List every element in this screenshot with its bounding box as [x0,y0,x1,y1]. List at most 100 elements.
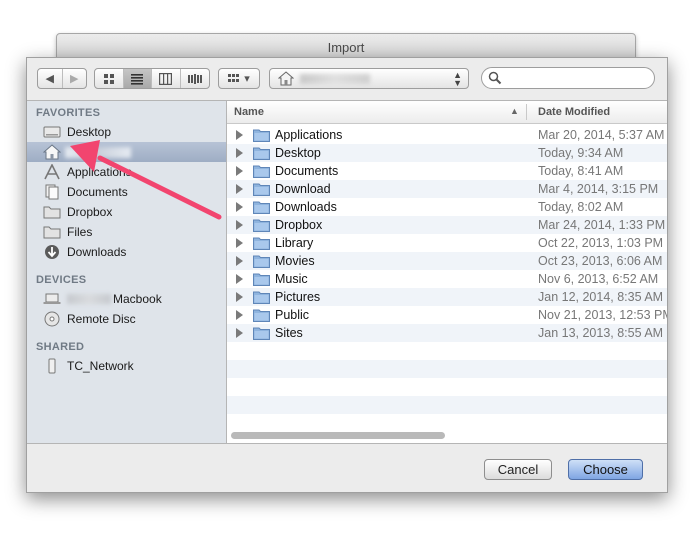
file-list: Name ▲ Date Modified Applications Mar 20,… [227,100,667,443]
documents-icon [45,184,59,200]
folder-icon [253,308,270,322]
disclosure-triangle-icon[interactable] [236,148,243,158]
coverflow-view-button[interactable] [181,69,209,88]
sidebar-item-tc-network[interactable]: TC_Network [27,356,226,376]
location-popup[interactable]: ▲ ▼ [269,68,469,89]
search-field[interactable] [481,67,655,89]
sidebar-item-documents[interactable]: Documents [27,182,226,202]
sidebar-item-label: Applications [67,165,132,179]
coverflow-view-icon [187,73,202,84]
disclosure-triangle-icon[interactable] [236,130,243,140]
file-name: Movies [275,254,315,268]
horizontal-scrollbar[interactable] [231,432,445,439]
list-view-button[interactable] [123,69,152,88]
table-row[interactable]: Downloads Today, 8:02 AM [227,198,667,216]
time-capsule-icon [48,358,56,374]
table-row[interactable]: Library Oct 22, 2013, 1:03 PM [227,234,667,252]
column-view-button[interactable] [152,69,181,88]
file-name: Download [275,182,331,196]
dialog-footer: Cancel Choose [27,443,667,492]
sidebar-item-files[interactable]: Files [27,222,226,242]
search-icon [488,71,502,85]
table-row[interactable]: Download Mar 4, 2014, 3:15 PM [227,180,667,198]
folder-icon [253,254,270,268]
sidebar-item-downloads[interactable]: Downloads [27,242,226,262]
cancel-button[interactable]: Cancel [484,459,552,480]
disclosure-triangle-icon[interactable] [236,184,243,194]
column-header-date-modified[interactable]: Date Modified [538,106,610,118]
file-name: Music [275,272,308,286]
table-row[interactable]: Pictures Jan 12, 2014, 8:35 AM [227,288,667,306]
username-redacted [67,294,111,304]
import-dialog: ◀ ▶ ▾ ▲ ▼ FAVORITES Desktop Applications… [26,57,668,493]
empty-row [227,396,667,414]
sidebar-item-label: Macbook [113,292,162,306]
table-row[interactable]: Sites Jan 13, 2013, 8:55 AM [227,324,667,342]
file-name: Downloads [275,200,337,214]
sidebar-item-dropbox[interactable]: Dropbox [27,202,226,222]
sidebar-item-applications[interactable]: Applications [27,162,226,182]
sidebar-item-home[interactable] [27,142,226,162]
back-button[interactable]: ◀ [38,69,63,88]
table-row[interactable]: Movies Oct 23, 2013, 6:06 AM [227,252,667,270]
forward-button[interactable]: ▶ [63,69,87,88]
sidebar-item-remote-disc[interactable]: Remote Disc [27,309,226,329]
sidebar-item-label: Dropbox [67,205,113,219]
choose-button[interactable]: Choose [568,459,643,480]
table-row[interactable]: Public Nov 21, 2013, 12:53 PM [227,306,667,324]
list-view-icon [131,73,144,85]
disclosure-triangle-icon[interactable] [236,274,243,284]
sidebar-item-desktop[interactable]: Desktop [27,122,226,142]
sidebar-item-label: Remote Disc [67,312,136,326]
icon-view-button[interactable] [95,69,124,88]
sidebar-item-macbook[interactable]: Macbook [27,289,226,309]
table-row[interactable]: Documents Today, 8:41 AM [227,162,667,180]
sidebar-item-label: Downloads [67,245,127,259]
file-date-modified: Mar 20, 2014, 5:37 AM [538,128,665,142]
toolbar: ◀ ▶ ▾ ▲ ▼ [27,58,667,100]
folder-icon [253,272,270,286]
table-row[interactable]: Music Nov 6, 2013, 6:52 AM [227,270,667,288]
back-arrow-icon: ◀ [45,73,54,85]
folder-icon [253,200,270,214]
folder-icon [253,326,270,340]
arrange-grid-icon [228,73,240,82]
column-view-icon [159,72,173,85]
disclosure-triangle-icon[interactable] [236,310,243,320]
table-row[interactable]: Desktop Today, 9:34 AM [227,144,667,162]
disclosure-triangle-icon[interactable] [236,292,243,302]
popup-arrows-icon: ▲ ▼ [453,70,462,88]
list-header: Name ▲ Date Modified [227,101,667,124]
disclosure-triangle-icon[interactable] [236,166,243,176]
file-name: Desktop [275,146,321,160]
empty-row [227,360,667,378]
arrange-popup[interactable]: ▾ [218,68,260,89]
table-row[interactable]: Dropbox Mar 24, 2014, 1:33 PM [227,216,667,234]
file-date-modified: Today, 8:41 AM [538,164,624,178]
downloads-icon [45,245,59,259]
home-icon [43,144,61,160]
icon-view-icon [103,73,114,84]
table-row[interactable]: Applications Mar 20, 2014, 5:37 AM [227,126,667,144]
file-date-modified: Oct 22, 2013, 1:03 PM [538,236,664,250]
disclosure-triangle-icon[interactable] [236,328,243,338]
disclosure-triangle-icon[interactable] [236,220,243,230]
file-date-modified: Mar 24, 2014, 1:33 PM [538,218,666,232]
disclosure-triangle-icon[interactable] [236,256,243,266]
sidebar-item-label: TC_Network [67,359,134,373]
folder-icon [253,236,270,250]
shared-header: SHARED [36,341,85,353]
column-header-name[interactable]: Name [234,106,264,118]
location-name-redacted [300,74,370,84]
disc-icon [44,311,60,327]
arrange-button[interactable]: ▾ [219,69,259,88]
view-mode-control [94,68,210,89]
sidebar-item-label: Files [67,225,93,239]
empty-row [227,378,667,396]
file-name: Documents [275,164,339,178]
disclosure-triangle-icon[interactable] [236,202,243,212]
forward-arrow-icon: ▶ [70,73,79,85]
disclosure-triangle-icon[interactable] [236,238,243,248]
sidebar-item-label: Desktop [67,125,112,139]
folder-icon [253,218,270,232]
